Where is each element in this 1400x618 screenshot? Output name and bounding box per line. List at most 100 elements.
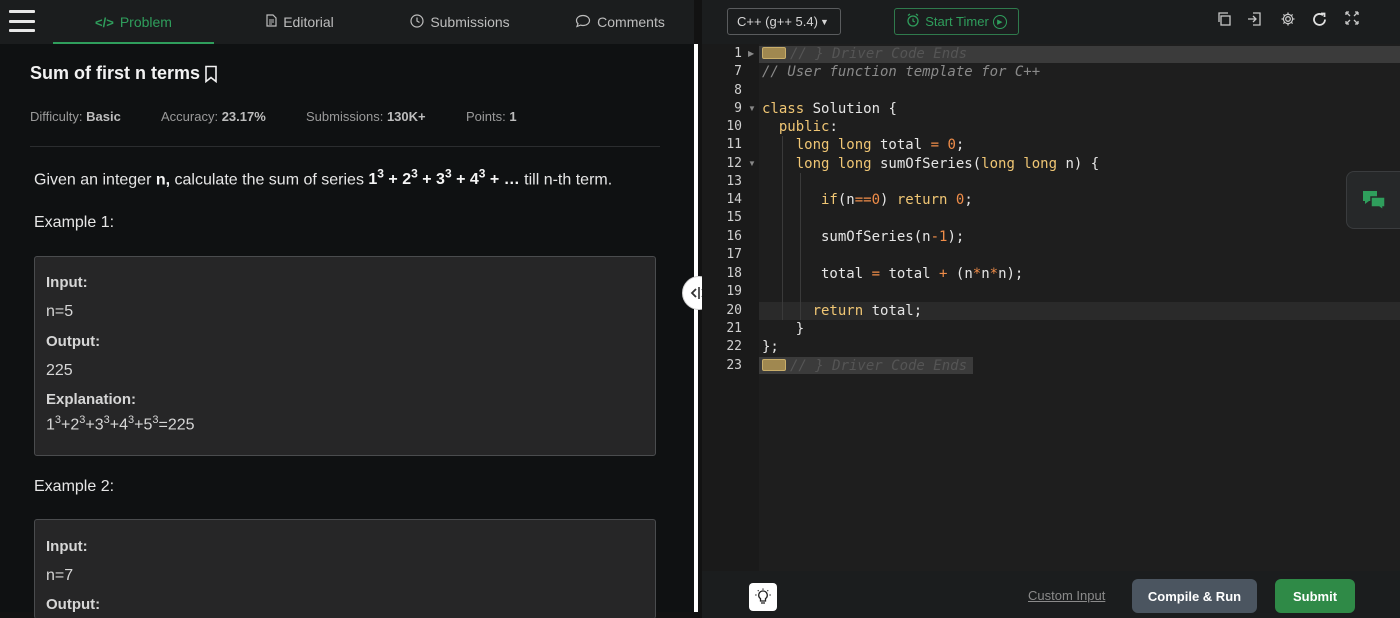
- compile-run-button[interactable]: Compile & Run: [1132, 579, 1257, 613]
- tab-editorial[interactable]: Editorial: [240, 0, 360, 44]
- language-value: C++ (g++ 5.4): [737, 14, 818, 29]
- reset-icon[interactable]: [1309, 11, 1329, 31]
- hamburger-menu-icon[interactable]: [9, 10, 35, 32]
- fold-marker-icon: [762, 47, 786, 59]
- problem-title-text: Sum of first n terms: [30, 63, 201, 83]
- tab-problem[interactable]: </> Problem: [53, 0, 214, 44]
- fold-expand-icon[interactable]: ▶: [748, 45, 754, 63]
- example-1-explanation-label: Explanation:: [46, 391, 137, 408]
- start-timer-button[interactable]: Start Timer ▶: [894, 8, 1019, 35]
- fold-collapse-icon[interactable]: ▼: [748, 155, 756, 173]
- desc-text-3: till n-th term.: [519, 171, 613, 189]
- tab-editorial-label: Editorial: [283, 14, 334, 30]
- copy-icon[interactable]: [1214, 11, 1234, 31]
- problem-title: Sum of first n terms: [30, 63, 218, 84]
- code-line-18: total = total + (n*n*n);: [762, 266, 1024, 282]
- points-value: 1: [509, 109, 517, 124]
- fullscreen-icon[interactable]: [1342, 11, 1362, 31]
- accuracy-label: Accuracy:: [161, 109, 219, 124]
- example-1-box: Input: n=5 Output: 225 Explanation: 13+2…: [34, 256, 656, 456]
- problem-description: Given an integer n, calculate the sum of…: [34, 167, 612, 189]
- line-number: 19: [726, 284, 742, 299]
- editor-panel: C++ (g++ 5.4) ▼ Start Timer ▶ 1 7 8 9 10…: [702, 0, 1400, 618]
- custom-input-link[interactable]: Custom Input: [1028, 588, 1105, 603]
- desc-text-2: calculate the sum of series: [170, 171, 369, 189]
- split-divider[interactable]: [694, 44, 698, 612]
- gear-icon[interactable]: [1278, 11, 1298, 31]
- code-line-23: // } Driver Code Ends: [762, 357, 967, 375]
- folded-text-23: // } Driver Code Ends: [790, 358, 968, 374]
- code-line-14: if(n==0) return 0;: [762, 192, 973, 208]
- fold-collapse-icon[interactable]: ▼: [748, 100, 756, 118]
- tab-comments[interactable]: Comments: [560, 0, 680, 44]
- line-number: 1: [734, 46, 742, 61]
- document-icon: [266, 14, 277, 30]
- difficulty-value: Basic: [86, 109, 121, 124]
- chat-icon[interactable]: [1346, 171, 1400, 229]
- example-2-input: n=7: [46, 567, 74, 584]
- import-file-icon[interactable]: [1245, 11, 1265, 31]
- example-1-output: 225: [46, 362, 73, 379]
- example-1-input-label: Input:: [46, 274, 88, 291]
- fold-marker-icon: [762, 359, 786, 371]
- accuracy-value: 23.17%: [221, 109, 266, 124]
- difficulty-label: Difficulty:: [30, 109, 83, 124]
- example-1-explanation-result: =225: [158, 416, 195, 434]
- submit-button[interactable]: Submit: [1275, 579, 1355, 613]
- line-number: 13: [726, 174, 742, 189]
- start-timer-label: Start Timer: [925, 14, 989, 29]
- code-line-20: return total;: [762, 303, 923, 319]
- code-icon: </>: [95, 14, 114, 30]
- language-select[interactable]: C++ (g++ 5.4) ▼: [727, 8, 841, 35]
- alarm-clock-icon: [906, 13, 920, 30]
- code-line-11: long long total = 0;: [762, 137, 965, 153]
- line-number: 7: [734, 64, 742, 79]
- tab-comments-label: Comments: [597, 14, 665, 30]
- line-number: 22: [726, 339, 742, 354]
- chat-bubble-icon: [575, 14, 591, 31]
- folded-text-1: // } Driver Code Ends: [790, 46, 968, 62]
- line-number: 9: [734, 101, 742, 116]
- code-line-10: public:: [762, 119, 838, 135]
- submissions-meta: Submissions: 130K+: [306, 109, 426, 124]
- lightbulb-icon[interactable]: [749, 583, 777, 611]
- clock-icon: [410, 13, 424, 31]
- line-number: 21: [726, 321, 742, 336]
- accuracy-meta: Accuracy: 23.17%: [161, 109, 266, 124]
- code-line-7: // User function template for C++: [762, 64, 1041, 80]
- line-number: 15: [726, 210, 742, 225]
- divider: [30, 146, 660, 147]
- line-number: 10: [726, 119, 742, 134]
- chevron-down-icon: ▼: [819, 16, 829, 27]
- play-icon: ▶: [992, 14, 1007, 29]
- line-number: 8: [734, 83, 742, 98]
- line-number: 16: [726, 229, 742, 244]
- desc-n: n,: [155, 171, 171, 189]
- desc-text-1: Given an integer: [34, 171, 156, 189]
- points-label: Points:: [466, 109, 506, 124]
- line-number: 17: [726, 247, 742, 262]
- code-line-9: class Solution {: [762, 101, 897, 117]
- tab-problem-label: Problem: [119, 14, 172, 30]
- example-1-input: n=5: [46, 303, 74, 320]
- difficulty-meta: Difficulty: Basic: [30, 109, 121, 124]
- code-line-22: };: [762, 339, 779, 355]
- example-2-box: Input: n=7 Output:: [34, 519, 656, 618]
- code-line-16: sumOfSeries(n-1);: [762, 229, 965, 245]
- series-formula: 13 + 23 + 33 + 43 + …: [368, 167, 520, 189]
- top-nav: </> Problem Editorial Submissions Commen…: [0, 0, 694, 44]
- example-1-explanation: 13+23+33+43+53=225: [46, 414, 195, 434]
- line-number: 18: [726, 266, 742, 281]
- points-meta: Points: 1: [466, 109, 517, 124]
- tab-submissions[interactable]: Submissions: [395, 0, 525, 44]
- example-1-output-label: Output:: [46, 333, 101, 350]
- submissions-value: 130K+: [386, 109, 426, 124]
- line-number: 14: [726, 192, 742, 207]
- line-number: 20: [726, 303, 742, 318]
- line-number: 12: [726, 156, 742, 171]
- example-1-heading: Example 1:: [34, 214, 115, 231]
- code-line-12: long long sumOfSeries(long long n) {: [762, 156, 1100, 172]
- problem-panel: </> Problem Editorial Submissions Commen…: [0, 0, 694, 618]
- bookmark-icon[interactable]: [204, 65, 218, 83]
- line-number: 23: [726, 358, 742, 373]
